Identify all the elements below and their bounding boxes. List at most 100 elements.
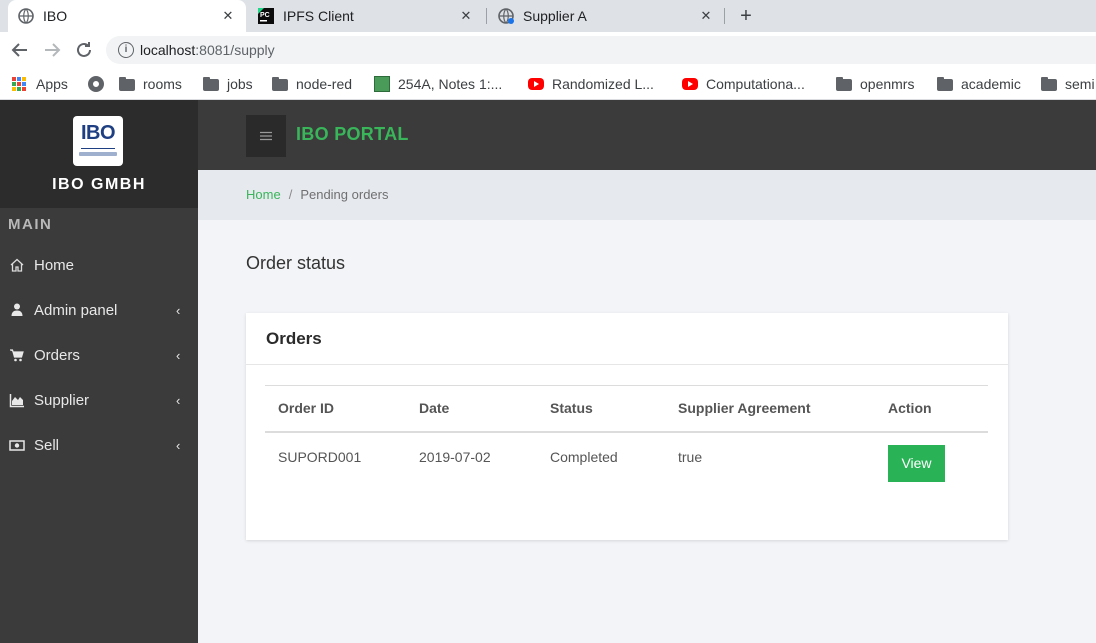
bookmark-academic[interactable]: academic bbox=[937, 74, 1021, 94]
youtube-icon bbox=[528, 78, 544, 90]
money-icon bbox=[9, 440, 25, 451]
sidebar-item-label: Sell bbox=[34, 436, 60, 454]
bookmark-jobs[interactable]: jobs bbox=[203, 74, 253, 94]
bookmark-semi[interactable]: semi bbox=[1041, 74, 1095, 94]
folder-icon bbox=[272, 77, 288, 91]
sidebar-item-sell[interactable]: Sell ‹ bbox=[0, 425, 198, 465]
cell-date: 2019-07-02 bbox=[419, 448, 491, 465]
orders-table: Order ID Date Status Supplier Agreement … bbox=[265, 385, 988, 492]
tab-supplier-a[interactable]: Supplier A ✕ bbox=[488, 0, 724, 32]
menu-toggle-button[interactable] bbox=[246, 115, 286, 157]
card-header: Orders bbox=[246, 313, 1008, 365]
cart-icon bbox=[10, 349, 24, 362]
chevron-left-icon: ‹ bbox=[176, 392, 181, 408]
breadcrumb-home-link[interactable]: Home bbox=[246, 187, 281, 202]
tab-separator bbox=[486, 8, 487, 24]
bookmark-label: node-red bbox=[296, 76, 353, 92]
folder-icon bbox=[1041, 77, 1057, 91]
reload-icon[interactable] bbox=[72, 38, 96, 62]
close-icon[interactable]: ✕ bbox=[220, 8, 236, 24]
bookmark-label: academic bbox=[961, 76, 1021, 92]
breadcrumb-separator: / bbox=[288, 187, 293, 202]
company-logo[interactable]: IBO bbox=[73, 116, 123, 166]
cell-order-id: SUPORD001 bbox=[278, 448, 362, 465]
home-icon bbox=[10, 258, 24, 272]
bookmarks-bar: Apps rooms jobs node-red 254A, Notes 1:.… bbox=[0, 68, 1096, 100]
apps-grid-icon bbox=[12, 77, 28, 91]
sheet-icon bbox=[374, 76, 390, 92]
orders-card: Orders Order ID Date Status Supplier Agr… bbox=[246, 313, 1008, 540]
column-header-status: Status bbox=[537, 385, 665, 433]
bookmark-label: semi bbox=[1065, 76, 1095, 92]
sidebar-item-label: Supplier bbox=[34, 391, 90, 409]
chevron-left-icon: ‹ bbox=[176, 347, 181, 363]
column-header-supplier-agreement: Supplier Agreement bbox=[665, 385, 875, 433]
sidebar-item-label: Orders bbox=[34, 346, 80, 364]
sidebar-item-label: Admin panel bbox=[34, 301, 118, 319]
breadcrumb: Home / Pending orders bbox=[198, 170, 1096, 220]
folder-icon bbox=[937, 77, 953, 91]
chevron-left-icon: ‹ bbox=[176, 437, 181, 453]
page-title: Order status bbox=[246, 253, 346, 273]
youtube-icon bbox=[682, 78, 698, 90]
svg-text:PC: PC bbox=[260, 12, 270, 19]
new-tab-button[interactable]: + bbox=[736, 5, 756, 27]
url-host: localhost bbox=[140, 42, 196, 58]
bookmark-randomized[interactable]: Randomized L... bbox=[528, 74, 654, 94]
bookmark-label: jobs bbox=[227, 76, 253, 92]
hamburger-icon bbox=[260, 131, 272, 141]
bookmark-globe[interactable] bbox=[88, 74, 112, 94]
browser-toolbar: i localhost:8081/supply bbox=[0, 32, 1096, 68]
sidebar-item-orders[interactable]: Orders ‹ bbox=[0, 335, 198, 375]
bookmark-openmrs[interactable]: openmrs bbox=[836, 74, 914, 94]
bookmark-node-red[interactable]: node-red bbox=[272, 74, 352, 94]
back-arrow-icon[interactable] bbox=[8, 38, 32, 62]
pycharm-icon: PC bbox=[258, 8, 274, 24]
table-row: SUPORD001 2019-07-02 Completed true View bbox=[265, 432, 988, 492]
globe-icon bbox=[498, 8, 514, 24]
logo-text: IBO bbox=[80, 122, 116, 144]
bookmark-label: rooms bbox=[143, 76, 182, 92]
sidebar-item-supplier[interactable]: Supplier ‹ bbox=[0, 380, 198, 420]
sidebar-item-home[interactable]: Home bbox=[0, 245, 198, 285]
url-path: :8081/supply bbox=[195, 42, 275, 58]
bookmark-computational[interactable]: Computationa... bbox=[682, 74, 805, 94]
sidebar-item-admin-panel[interactable]: Admin panel ‹ bbox=[0, 290, 198, 330]
column-header-order-id: Order ID bbox=[265, 385, 406, 433]
breadcrumb-current: Pending orders bbox=[300, 187, 389, 202]
bookmark-label: Apps bbox=[36, 76, 68, 92]
bookmark-notes[interactable]: 254A, Notes 1:... bbox=[374, 74, 502, 94]
sidebar-item-label: Home bbox=[34, 256, 75, 274]
tab-ibo[interactable]: IBO ✕ bbox=[8, 0, 246, 32]
view-order-button[interactable]: View bbox=[888, 444, 945, 482]
portal-title: IBO PORTAL bbox=[296, 124, 409, 144]
table-header-row: Order ID Date Status Supplier Agreement … bbox=[265, 385, 988, 433]
close-icon[interactable]: ✕ bbox=[458, 8, 474, 24]
tab-title: IBO bbox=[43, 8, 68, 24]
chevron-left-icon: ‹ bbox=[176, 302, 181, 318]
globe-icon bbox=[18, 8, 34, 24]
cell-action: View bbox=[875, 432, 988, 492]
bookmark-label: Computationa... bbox=[706, 76, 805, 92]
folder-icon bbox=[119, 77, 135, 91]
card-title: Orders bbox=[266, 329, 322, 348]
bookmark-apps[interactable]: Apps bbox=[12, 74, 68, 94]
menu-section-header: MAIN bbox=[8, 216, 53, 233]
sidebar: IBO IBO GMBH MAIN Home Admin panel ‹ Ord… bbox=[0, 100, 198, 643]
browser-tab-bar: IBO ✕ PC IPFS Client ✕ Supplier A ✕ + bbox=[0, 0, 1096, 32]
info-icon[interactable]: i bbox=[118, 42, 134, 58]
tab-title: IPFS Client bbox=[283, 8, 354, 24]
bookmark-rooms[interactable]: rooms bbox=[119, 74, 182, 94]
tab-separator bbox=[724, 8, 725, 24]
address-bar[interactable]: i localhost:8081/supply bbox=[106, 36, 1096, 64]
tab-ipfs-client[interactable]: PC IPFS Client ✕ bbox=[248, 0, 484, 32]
brand-block: IBO IBO GMBH bbox=[0, 100, 198, 208]
column-header-date: Date bbox=[406, 385, 537, 433]
bookmark-label: openmrs bbox=[860, 76, 915, 92]
forward-arrow-icon[interactable] bbox=[40, 38, 64, 62]
bookmark-label: 254A, Notes 1:... bbox=[398, 76, 503, 92]
bookmark-label: Randomized L... bbox=[552, 76, 654, 92]
folder-icon bbox=[203, 77, 219, 91]
app-header: IBO PORTAL bbox=[198, 100, 1096, 170]
close-icon[interactable]: ✕ bbox=[698, 8, 714, 24]
